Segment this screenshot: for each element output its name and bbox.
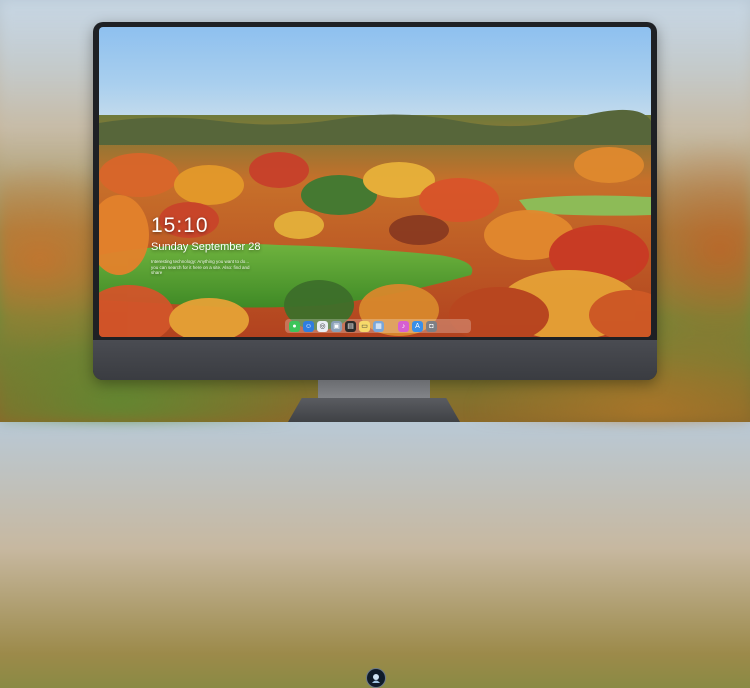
screen: 15:10 Sunday September 28 Interesting te… [99, 27, 651, 337]
finder-icon[interactable]: ☺ [303, 320, 314, 332]
lock-date: Sunday September 28 [151, 241, 261, 253]
photos-icon[interactable]: ▦ [373, 320, 384, 332]
lock-note: Interesting technology: Anything you wan… [151, 259, 250, 275]
itunes-icon[interactable]: ♪ [398, 320, 409, 332]
monitor-chin [93, 340, 657, 688]
safari-icon[interactable]: ◎ [317, 320, 328, 332]
lock-clock: 15:10 [151, 214, 209, 237]
screenshot-icon[interactable]: ◘ [426, 320, 437, 332]
dock: ● ☺ ◎ ▣ ▤ ▭ ▦ ♪ A ◘ [285, 319, 471, 333]
preview-icon[interactable]: ▣ [331, 320, 342, 332]
monitor-stand-base [288, 398, 460, 422]
monitor: 15:10 Sunday September 28 Interesting te… [93, 22, 657, 688]
lock-screen-info: 15:10 Sunday September 28 Interesting te… [151, 215, 260, 276]
app-store-icon[interactable]: A [412, 320, 423, 332]
notes-icon[interactable]: ▭ [359, 320, 370, 332]
final-cut-icon[interactable]: ▤ [345, 320, 356, 332]
brand-logo-icon [366, 668, 386, 688]
messages-icon[interactable]: ● [289, 320, 300, 332]
